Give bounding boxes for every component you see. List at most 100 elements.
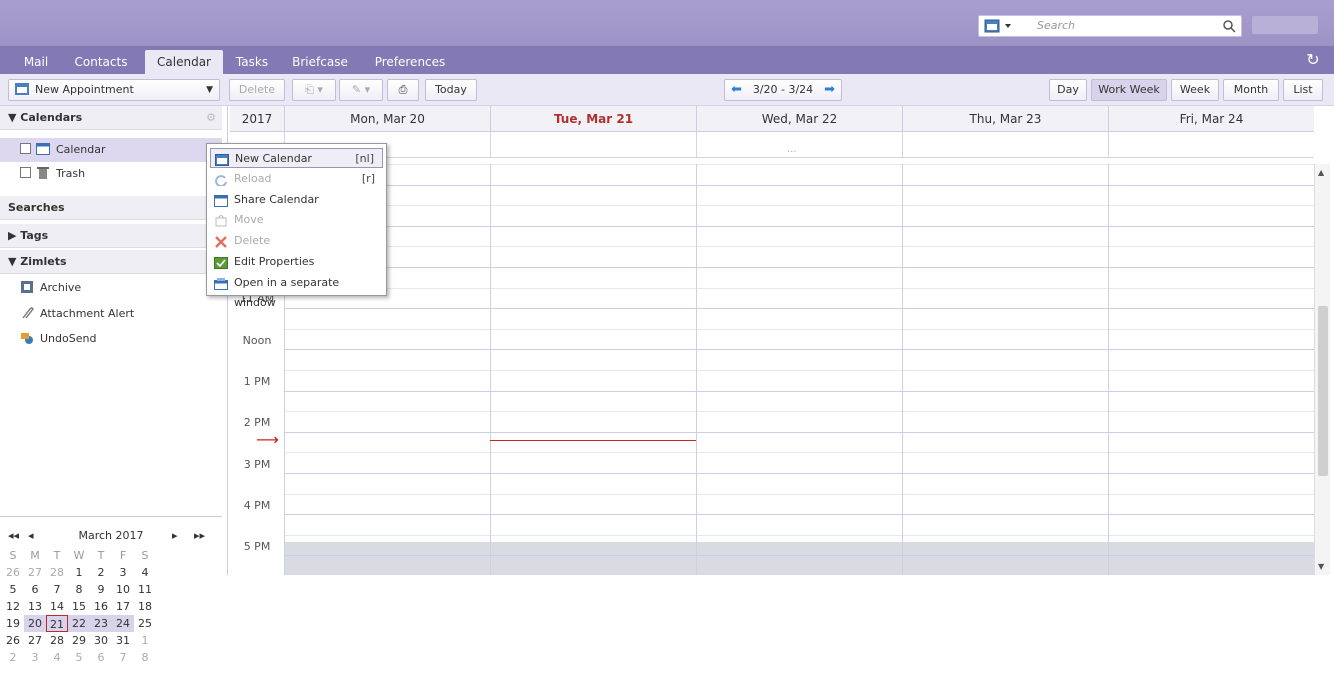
mini-calendar-day[interactable]: 4	[134, 564, 156, 581]
mini-calendar-day[interactable]: 22	[68, 615, 90, 632]
mini-calendar-day[interactable]: 26	[2, 564, 24, 581]
day-header[interactable]: Mon, Mar 20	[284, 106, 490, 132]
menu-item-open-in-separate-window[interactable]: Open in a separate window	[210, 273, 383, 309]
menu-item-move[interactable]: Move	[210, 210, 383, 230]
mini-calendar-day[interactable]: 9	[90, 581, 112, 598]
tags-section-header[interactable]: ▶ Tags	[0, 224, 222, 248]
all-day-cell[interactable]	[902, 132, 1108, 158]
mini-calendar-day[interactable]: 7	[46, 581, 68, 598]
tab-mail[interactable]: Mail	[14, 50, 58, 74]
menu-item-share-calendar[interactable]: Share Calendar	[210, 190, 383, 210]
sidebar-item-archive[interactable]: Archive	[0, 276, 222, 300]
mini-calendar-day[interactable]: 18	[134, 598, 156, 615]
mini-calendar-day[interactable]: 28	[46, 564, 68, 581]
view-month-button[interactable]: Month	[1223, 79, 1279, 101]
sidebar-item-attachment-alert[interactable]: Attachment Alert	[0, 302, 222, 326]
move-button[interactable]: ⎗ ▾	[292, 79, 336, 101]
mini-calendar-day[interactable]: 2	[90, 564, 112, 581]
new-appointment-button[interactable]: New Appointment ▼	[8, 79, 220, 101]
mini-calendar-day[interactable]: 13	[24, 598, 46, 615]
view-list-button[interactable]: List	[1283, 79, 1323, 101]
all-day-cell[interactable]	[490, 132, 696, 158]
calendars-section-header[interactable]: ▼ Calendars ⚙	[0, 106, 222, 130]
all-day-cell[interactable]	[1108, 132, 1314, 158]
resize-handle[interactable]: ...	[787, 144, 797, 155]
user-menu[interactable]	[1252, 16, 1318, 34]
tab-tasks[interactable]: Tasks	[228, 50, 276, 74]
mini-calendar-day[interactable]: 19	[2, 615, 24, 632]
mini-calendar-day[interactable]: 1	[134, 632, 156, 649]
mini-calendar-day[interactable]: 5	[2, 581, 24, 598]
search-box[interactable]: Search	[978, 15, 1242, 37]
mini-calendar-day[interactable]: 30	[90, 632, 112, 649]
scroll-down-icon[interactable]: ▼	[1318, 562, 1324, 571]
mini-calendar-day[interactable]: 28	[46, 632, 68, 649]
search-icon[interactable]	[1220, 18, 1240, 34]
search-type-dropdown[interactable]	[983, 18, 1031, 34]
mini-calendar-day[interactable]: 11	[134, 581, 156, 598]
calendar-checkbox[interactable]	[20, 143, 31, 154]
search-input[interactable]: Search	[1037, 19, 1075, 32]
view-work-week-button[interactable]: Work Week	[1091, 79, 1167, 101]
scroll-up-icon[interactable]: ▲	[1318, 168, 1324, 177]
menu-item-edit-properties[interactable]: Edit Properties	[210, 252, 383, 272]
mini-calendar-day[interactable]: 1	[68, 564, 90, 581]
mini-calendar-day[interactable]: 3	[112, 564, 134, 581]
view-day-button[interactable]: Day	[1049, 79, 1087, 101]
tab-briefcase[interactable]: Briefcase	[284, 50, 356, 74]
next-week-arrow-icon[interactable]: ➡	[824, 80, 835, 100]
mini-calendar-today[interactable]: 21	[46, 615, 68, 632]
view-week-button[interactable]: Week	[1171, 79, 1219, 101]
sidebar-item-calendar[interactable]: Calendar	[0, 138, 222, 162]
menu-item-new-calendar[interactable]: New Calendar [nl]	[210, 148, 383, 168]
tab-contacts[interactable]: Contacts	[66, 50, 136, 74]
mini-calendar-day[interactable]: 29	[68, 632, 90, 649]
mini-calendar-day[interactable]: 27	[24, 632, 46, 649]
delete-button[interactable]: Delete	[229, 79, 285, 101]
tag-button[interactable]: ✎ ▾	[339, 79, 383, 101]
next-year-icon[interactable]: ▸▸	[194, 529, 205, 542]
chevron-down-icon[interactable]: ▼	[206, 80, 213, 100]
mini-calendar-day[interactable]: 27	[24, 564, 46, 581]
today-button[interactable]: Today	[425, 79, 477, 101]
mini-calendar-day[interactable]: 25	[134, 615, 156, 632]
mini-calendar-day[interactable]: 5	[68, 649, 90, 666]
next-month-icon[interactable]: ▸	[172, 529, 178, 542]
day-header-today[interactable]: Tue, Mar 21	[490, 106, 696, 132]
mini-calendar-day[interactable]: 8	[134, 649, 156, 666]
vertical-scrollbar[interactable]: ▲ ▼	[1314, 164, 1330, 575]
tab-calendar[interactable]: Calendar	[145, 50, 223, 74]
day-header[interactable]: Thu, Mar 23	[902, 106, 1108, 132]
mini-calendar-day[interactable]: 23	[90, 615, 112, 632]
mini-calendar-day[interactable]: 15	[68, 598, 90, 615]
mini-calendar-day[interactable]: 6	[90, 649, 112, 666]
mini-calendar-day[interactable]: 4	[46, 649, 68, 666]
day-header[interactable]: Wed, Mar 22	[696, 106, 902, 132]
mini-calendar-day[interactable]: 12	[2, 598, 24, 615]
mini-calendar-day[interactable]: 10	[112, 581, 134, 598]
menu-item-delete[interactable]: Delete	[210, 231, 383, 251]
prev-year-icon[interactable]: ◂◂	[8, 529, 19, 542]
mini-calendar-day[interactable]: 14	[46, 598, 68, 615]
sidebar-item-trash[interactable]: Trash	[0, 162, 222, 186]
mini-calendar-day[interactable]: 6	[24, 581, 46, 598]
mini-calendar-day[interactable]: 3	[24, 649, 46, 666]
mini-calendar-day[interactable]: 24	[112, 615, 134, 632]
mini-calendar-day[interactable]: 2	[2, 649, 24, 666]
searches-section-header[interactable]: Searches	[0, 196, 222, 220]
prev-week-arrow-icon[interactable]: ⬅	[731, 80, 742, 100]
day-header[interactable]: Fri, Mar 24	[1108, 106, 1314, 132]
refresh-icon[interactable]: ↻	[1302, 50, 1324, 70]
scrollbar-thumb[interactable]	[1318, 306, 1328, 476]
mini-calendar-day[interactable]: 26	[2, 632, 24, 649]
menu-item-reload[interactable]: Reload [r]	[210, 169, 383, 189]
trash-checkbox[interactable]	[20, 167, 31, 178]
print-button[interactable]: ⎙	[387, 79, 419, 101]
all-day-cell[interactable]: ...	[696, 132, 902, 158]
mini-calendar-day[interactable]: 16	[90, 598, 112, 615]
zimlets-section-header[interactable]: ▼ Zimlets	[0, 250, 222, 274]
mini-calendar-day[interactable]: 8	[68, 581, 90, 598]
prev-month-icon[interactable]: ◂	[28, 529, 34, 542]
mini-calendar-day[interactable]: 7	[112, 649, 134, 666]
mini-calendar-day[interactable]: 20	[24, 615, 46, 632]
